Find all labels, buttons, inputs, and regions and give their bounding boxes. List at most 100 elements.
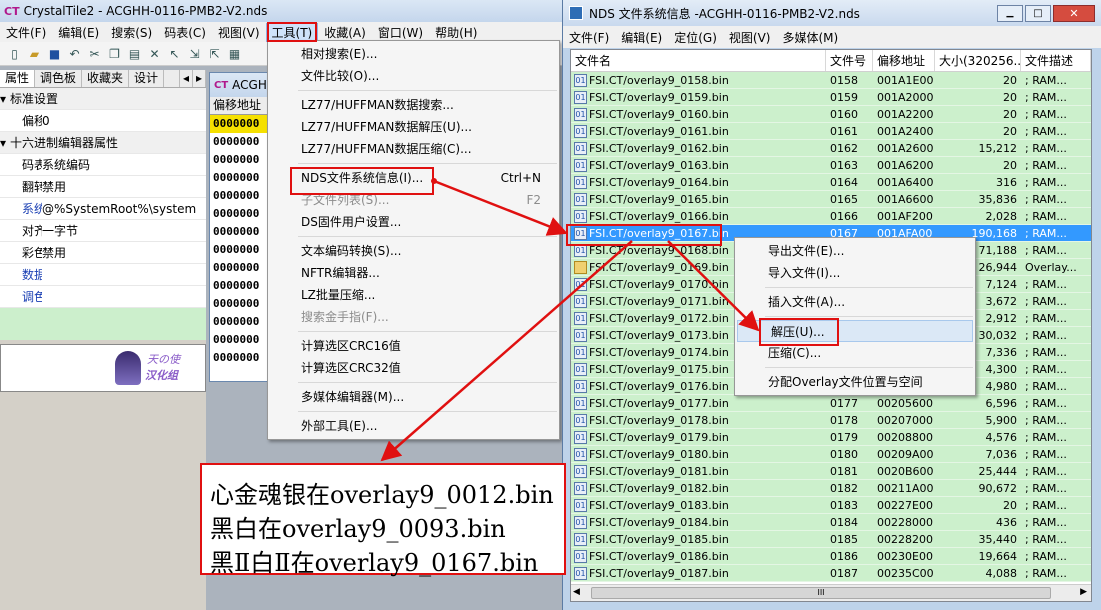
menu-item[interactable]: 搜索(S) [105,24,158,41]
new-file-icon[interactable]: ▯ [6,45,23,62]
scroll-right-icon[interactable]: ▶ [1080,587,1087,597]
property-category[interactable]: ▾ 标准设置 [0,88,206,110]
nds-menu-item[interactable]: 文件(F) [563,29,615,46]
cut-icon[interactable]: ✂ [86,45,103,62]
property-value[interactable]: 0 [42,114,50,128]
table-row[interactable]: 01 FSI.CT/overlay9_0165.bin 0165 001A6600 35… [571,191,1091,208]
tab-scroll-right-icon[interactable]: ▸ [193,70,206,87]
grid-icon[interactable]: ▦ [226,45,243,62]
table-row[interactable]: 01 FSI.CT/overlay9_0182.bin 0182 00211A00 90… [571,480,1091,497]
save-icon[interactable]: ■ [46,45,63,62]
column-header[interactable]: 文件名 [571,50,826,71]
table-row[interactable]: 01 FSI.CT/overlay9_0159.bin 0159 001A2000 20… [571,89,1091,106]
table-row[interactable]: 01 FSI.CT/overlay9_0183.bin 0183 00227E00 20… [571,497,1091,514]
tools-menu-item[interactable]: NFTR编辑器... [268,262,559,284]
ctx-item[interactable]: 解压(U)... [737,320,973,342]
property-row[interactable]: 对齐一字节 [0,220,206,242]
close-icon[interactable]: ✕ [1053,4,1095,22]
table-row[interactable]: 01 FSI.CT/overlay9_0163.bin 0163 001A6200 20… [571,157,1091,174]
property-value[interactable]: 禁用 [42,178,66,195]
property-category[interactable]: ▾ 十六进制编辑器属性 [0,132,206,154]
table-row[interactable]: 01 FSI.CT/overlay9_0166.bin 0166 001AF200 2,… [571,208,1091,225]
property-row[interactable]: 偏移地0 [0,110,206,132]
ctx-item[interactable]: 导出文件(E)... [735,240,975,262]
table-row[interactable]: 01 FSI.CT/overlay9_0162.bin 0162 001A2600 15… [571,140,1091,157]
property-row[interactable]: 彩色显:禁用 [0,242,206,264]
cursor-icon[interactable]: ↖ [166,45,183,62]
panel-tab[interactable]: 属性 [0,70,36,87]
import-icon[interactable]: ⇲ [186,45,203,62]
table-row[interactable]: 01 FSI.CT/overlay9_0158.bin 0158 001A1E00 20… [571,72,1091,89]
menu-item[interactable]: 文件(F) [0,24,52,41]
column-header[interactable]: 文件描述 [1021,50,1091,71]
menu-item[interactable]: 编辑(E) [52,24,105,41]
tools-menu-item[interactable]: DS固件用户设置... [268,211,559,233]
property-value[interactable]: 一字节 [42,222,78,239]
nds-menu-item[interactable]: 编辑(E) [615,29,668,46]
ctx-item[interactable]: 压缩(C)... [735,342,975,364]
panel-tab[interactable]: 收藏夹 [82,70,130,87]
horizontal-scrollbar[interactable]: ◀ III ▶ [571,584,1091,601]
ctx-item[interactable]: 导入文件(I)... [735,262,975,284]
table-row[interactable]: 01 FSI.CT/overlay9_0177.bin 0177 00205600 6,… [571,395,1091,412]
table-row[interactable]: 01 FSI.CT/overlay9_0164.bin 0164 001A6400 31… [571,174,1091,191]
tools-menu-item[interactable]: LZ77/HUFFMAN数据压缩(C)... [268,138,559,160]
property-value[interactable]: 系统编码 [42,156,90,173]
open-folder-icon[interactable]: ▰ [26,45,43,62]
undo-icon[interactable]: ↶ [66,45,83,62]
property-value[interactable]: 禁用 [42,244,66,261]
table-row[interactable]: 01 FSI.CT/overlay9_0187.bin 0187 00235C00 4,… [571,565,1091,582]
tools-menu-item[interactable]: 外部工具(E)... [268,415,559,437]
delete-icon[interactable]: ✕ [146,45,163,62]
property-row[interactable]: 数据转换 [0,264,206,286]
minimize-icon[interactable]: ▁ [997,4,1023,22]
table-row[interactable]: 01 FSI.CT/overlay9_0179.bin 0179 00208800 4,… [571,429,1091,446]
tools-menu-item[interactable]: LZ批量压缩... [268,284,559,306]
tools-menu-item[interactable]: LZ77/HUFFMAN数据搜索... [268,94,559,116]
tools-menu-item[interactable]: 文本编码转换(S)... [268,240,559,262]
tools-menu-item[interactable]: 计算选区CRC32值 [268,357,559,379]
column-header[interactable]: 偏移地址 [873,50,935,71]
tools-menu-item[interactable]: LZ77/HUFFMAN数据解压(U)... [268,116,559,138]
table-row[interactable]: 01 FSI.CT/overlay9_0160.bin 0160 001A2200 20… [571,106,1091,123]
export-icon[interactable]: ⇱ [206,45,223,62]
table-row[interactable]: 01 FSI.CT/overlay9_0185.bin 0185 00228200 35… [571,531,1091,548]
ctx-item[interactable]: 分配Overlay文件位置与空间 [735,371,975,393]
table-row[interactable]: 01 FSI.CT/overlay9_0180.bin 0180 00209A00 7,… [571,446,1091,463]
column-header[interactable]: 文件号 [826,50,873,71]
tools-menu-item[interactable]: 多媒体编辑器(M)... [268,386,559,408]
scroll-left-icon[interactable]: ◀ [573,587,580,597]
scroll-thumb[interactable]: III [591,587,1051,599]
table-row[interactable]: 01 FSI.CT/overlay9_0161.bin 0161 001A2400 20… [571,123,1091,140]
nds-menu-item[interactable]: 视图(V) [723,29,777,46]
property-row[interactable]: 码表显:系统编码 [0,154,206,176]
property-row[interactable]: 调色板属 [0,286,206,308]
panel-tab[interactable]: 调色板 [35,70,83,87]
menu-item[interactable]: 窗口(W) [372,24,429,41]
menu-item[interactable]: 工具(T) [265,22,319,42]
column-header[interactable]: 大小(320256... [935,50,1021,71]
table-row[interactable]: 01 FSI.CT/overlay9_0181.bin 0181 0020B600 25… [571,463,1091,480]
tools-menu-item[interactable]: 相对搜索(E)... [268,43,559,65]
ctx-item[interactable]: 插入文件(A)... [735,291,975,313]
tab-scroll-left-icon[interactable]: ◂ [178,70,193,87]
maximize-icon[interactable]: □ [1025,4,1051,22]
copy-icon[interactable]: ❐ [106,45,123,62]
menu-item[interactable]: 码表(C) [158,24,212,41]
property-value[interactable]: @%SystemRoot%\system [42,202,196,216]
tools-menu-item[interactable]: 文件比较(O)... [268,65,559,87]
table-row[interactable]: 01 FSI.CT/overlay9_0184.bin 0184 00228000 43… [571,514,1091,531]
paste-icon[interactable]: ▤ [126,45,143,62]
tools-menu-item[interactable]: 计算选区CRC16值 [268,335,559,357]
property-row[interactable]: 系统编码@%SystemRoot%\system [0,198,206,220]
property-row[interactable]: 翻转编禁用 [0,176,206,198]
table-row[interactable]: 01 FSI.CT/overlay9_0186.bin 0186 00230E00 19… [571,548,1091,565]
nds-menu-item[interactable]: 多媒体(M) [776,29,844,46]
menu-item[interactable]: 收藏(A) [318,24,372,41]
panel-tab[interactable]: 设计 [129,70,165,87]
menu-item[interactable]: 帮助(H) [429,24,483,41]
tools-menu-item[interactable]: NDS文件系统信息(I)... Ctrl+N [268,167,559,189]
menu-item[interactable]: 视图(V) [212,24,266,41]
table-row[interactable]: 01 FSI.CT/overlay9_0178.bin 0178 00207000 5,… [571,412,1091,429]
nds-menu-item[interactable]: 定位(G) [668,29,723,46]
